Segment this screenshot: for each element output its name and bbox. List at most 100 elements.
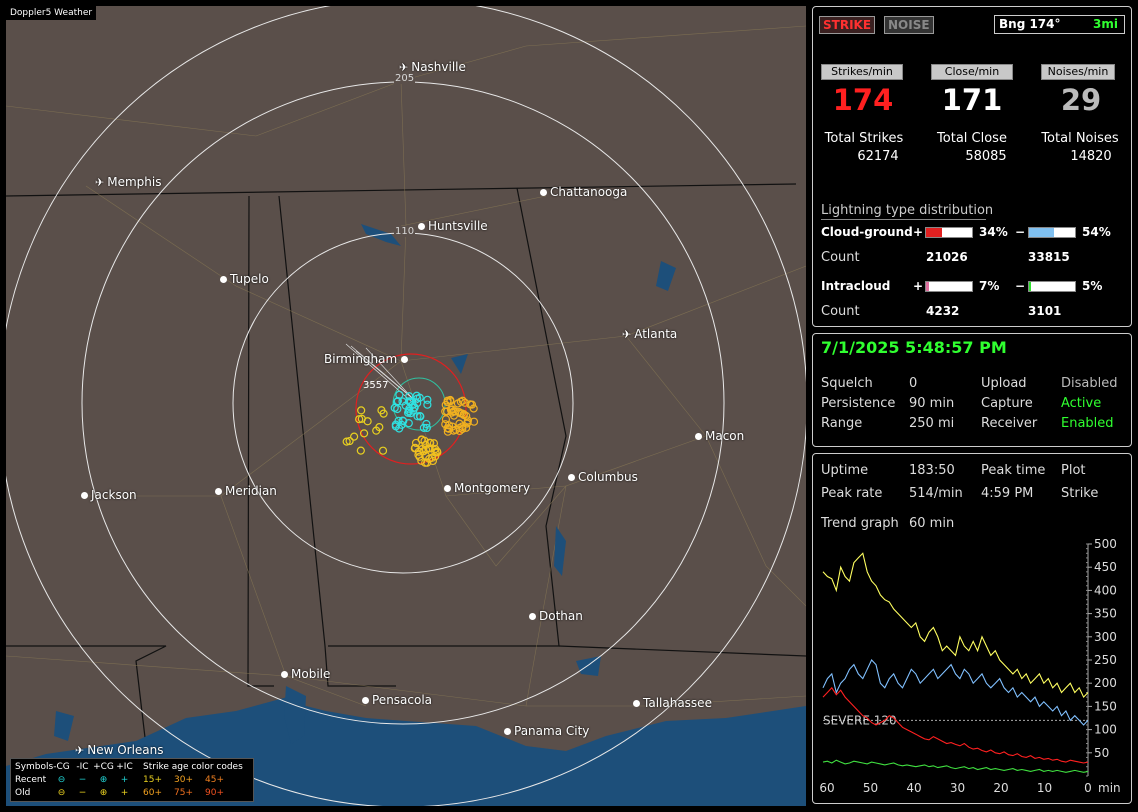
- legend-age-30: 30+: [174, 775, 193, 785]
- squelch-value: 0: [909, 376, 918, 391]
- airport-icon: ✈: [399, 61, 409, 74]
- plot-value[interactable]: Strike: [1061, 486, 1098, 501]
- y-tick-label: 350: [1094, 607, 1117, 621]
- total-strikes-value: 62174: [857, 149, 899, 164]
- city-chattanooga: Chattanooga: [540, 185, 627, 199]
- city-meridian: Meridian: [215, 484, 277, 498]
- trend-series-line: [822, 552, 1089, 699]
- city-mobile: Mobile: [281, 667, 330, 681]
- city-columbus: Columbus: [568, 470, 638, 484]
- range-label: Range: [821, 416, 863, 431]
- x-tick-label: 10: [1037, 781, 1052, 795]
- receiver-value[interactable]: Enabled: [1061, 416, 1114, 431]
- airport-icon: ✈: [622, 328, 632, 341]
- y-tick-label: 250: [1094, 653, 1117, 667]
- strike-marker: [363, 417, 372, 426]
- legend-old-pos-ic-icon: +: [120, 788, 129, 798]
- plot-label: Plot: [1061, 463, 1086, 478]
- legend-pos-ic-label: +IC: [116, 762, 133, 772]
- city-dot-icon: [695, 433, 702, 440]
- legend-age-90: 90+: [205, 788, 224, 798]
- total-noises-label: Total Noises: [1041, 131, 1119, 146]
- peak-rate-value: 514/min: [909, 486, 963, 501]
- strike-marker: [423, 400, 432, 409]
- city-dot-icon: [81, 492, 88, 499]
- trend-series-line: [822, 759, 1089, 773]
- x-axis-label: min: [1098, 781, 1121, 795]
- storm-cell-label: 3557: [363, 380, 389, 391]
- strike-marker: [356, 446, 365, 455]
- legend-old-label: Old: [15, 788, 31, 798]
- city-macon: Macon: [695, 429, 744, 443]
- city-panama-city: Panama City: [504, 724, 589, 738]
- ic-positive-count: 4232: [926, 304, 960, 318]
- strike-marker: [378, 446, 388, 455]
- city-new-orleans: ✈ New Orleans: [75, 743, 164, 757]
- strike-mode-button[interactable]: STRIKE: [819, 16, 876, 34]
- total-noises-value: 14820: [1070, 149, 1112, 164]
- lightning-map[interactable]: Doppler5 Weather 205 110 3557 ✈ Nashville…: [6, 6, 806, 806]
- range-ring-label-inner: 110: [394, 226, 416, 237]
- squelch-label: Squelch: [821, 376, 873, 391]
- city-dothan: Dothan: [529, 609, 583, 623]
- strike-marker: [350, 432, 359, 441]
- legend-age-60: 60+: [143, 788, 162, 798]
- map-base: [6, 6, 806, 806]
- city-dot-icon: [418, 223, 425, 230]
- ic-negative-bar: [1028, 281, 1076, 292]
- strike-stats-panel: STRIKE NOISE Bng 174° 3mi Strikes/min Cl…: [812, 6, 1132, 327]
- legend-recent-pos-ic-icon: +: [120, 775, 129, 785]
- current-datetime: 7/1/2025 5:48:57 PM: [821, 338, 1007, 357]
- upload-value[interactable]: Disabled: [1061, 376, 1117, 391]
- total-close-value: 58085: [965, 149, 1007, 164]
- noises-per-min-header: Noises/min: [1041, 64, 1115, 80]
- city-tallahassee: Tallahassee: [633, 696, 712, 710]
- cg-negative-bar: [1028, 227, 1076, 238]
- ic-negative-pct: 5%: [1082, 279, 1103, 293]
- y-tick-label: 50: [1094, 746, 1109, 760]
- city-dot-icon: [401, 356, 409, 363]
- city-dot-icon: [540, 189, 547, 196]
- city-dot-icon: [220, 276, 227, 283]
- legend-pos-cg-label: +CG: [93, 762, 114, 772]
- airport-icon: ✈: [75, 744, 85, 757]
- cloud-ground-label: Cloud-ground: [821, 225, 913, 239]
- capture-value[interactable]: Active: [1061, 396, 1101, 411]
- city-nashville: ✈ Nashville: [399, 60, 466, 74]
- trend-panel: Uptime 183:50 Peak time Plot Peak rate 5…: [812, 453, 1132, 804]
- strike-marker: [441, 415, 451, 424]
- cg-negative-pct: 54%: [1082, 225, 1111, 239]
- legend-neg-ic-label: -IC: [76, 762, 89, 772]
- city-dot-icon: [215, 488, 222, 495]
- receiver-label: Receiver: [981, 416, 1038, 431]
- noises-per-min-value: 29: [1060, 83, 1102, 117]
- cg-positive-pct: 34%: [979, 225, 1008, 239]
- city-pensacola: Pensacola: [362, 693, 432, 707]
- peak-time-label: Peak time: [981, 463, 1046, 478]
- persistence-label: Persistence: [821, 396, 896, 411]
- y-tick-label: 300: [1094, 630, 1117, 644]
- strikes-per-min-value: 174: [832, 83, 894, 117]
- range-value: 250 mi: [909, 416, 955, 431]
- settings-panel: 7/1/2025 5:48:57 PM Squelch 0 Upload Dis…: [812, 333, 1132, 447]
- legend-recent-label: Recent: [15, 775, 47, 785]
- city-dot-icon: [568, 474, 575, 481]
- city-tupelo: Tupelo: [220, 272, 269, 286]
- cg-positive-count: 21026: [926, 250, 968, 264]
- peak-rate-label: Peak rate: [821, 486, 883, 501]
- trend-graph-label: Trend graph: [821, 516, 899, 531]
- legend-neg-cg-label: -CG: [53, 762, 70, 772]
- city-montgomery: Montgomery: [444, 481, 530, 495]
- y-tick-label: 450: [1094, 560, 1117, 574]
- x-tick-label: 20: [993, 781, 1008, 795]
- x-tick-label: 0: [1084, 781, 1092, 795]
- city-dot-icon: [529, 613, 536, 620]
- city-dot-icon: [633, 700, 640, 707]
- x-tick-label: 30: [950, 781, 965, 795]
- bearing-distance: 3mi: [1093, 17, 1118, 31]
- city-dot-icon: [504, 728, 511, 735]
- legend-age-75: 75+: [174, 788, 193, 798]
- noise-mode-button[interactable]: NOISE: [884, 16, 934, 34]
- bearing-value: Bng 174°: [999, 17, 1061, 31]
- x-tick-label: 40: [906, 781, 921, 795]
